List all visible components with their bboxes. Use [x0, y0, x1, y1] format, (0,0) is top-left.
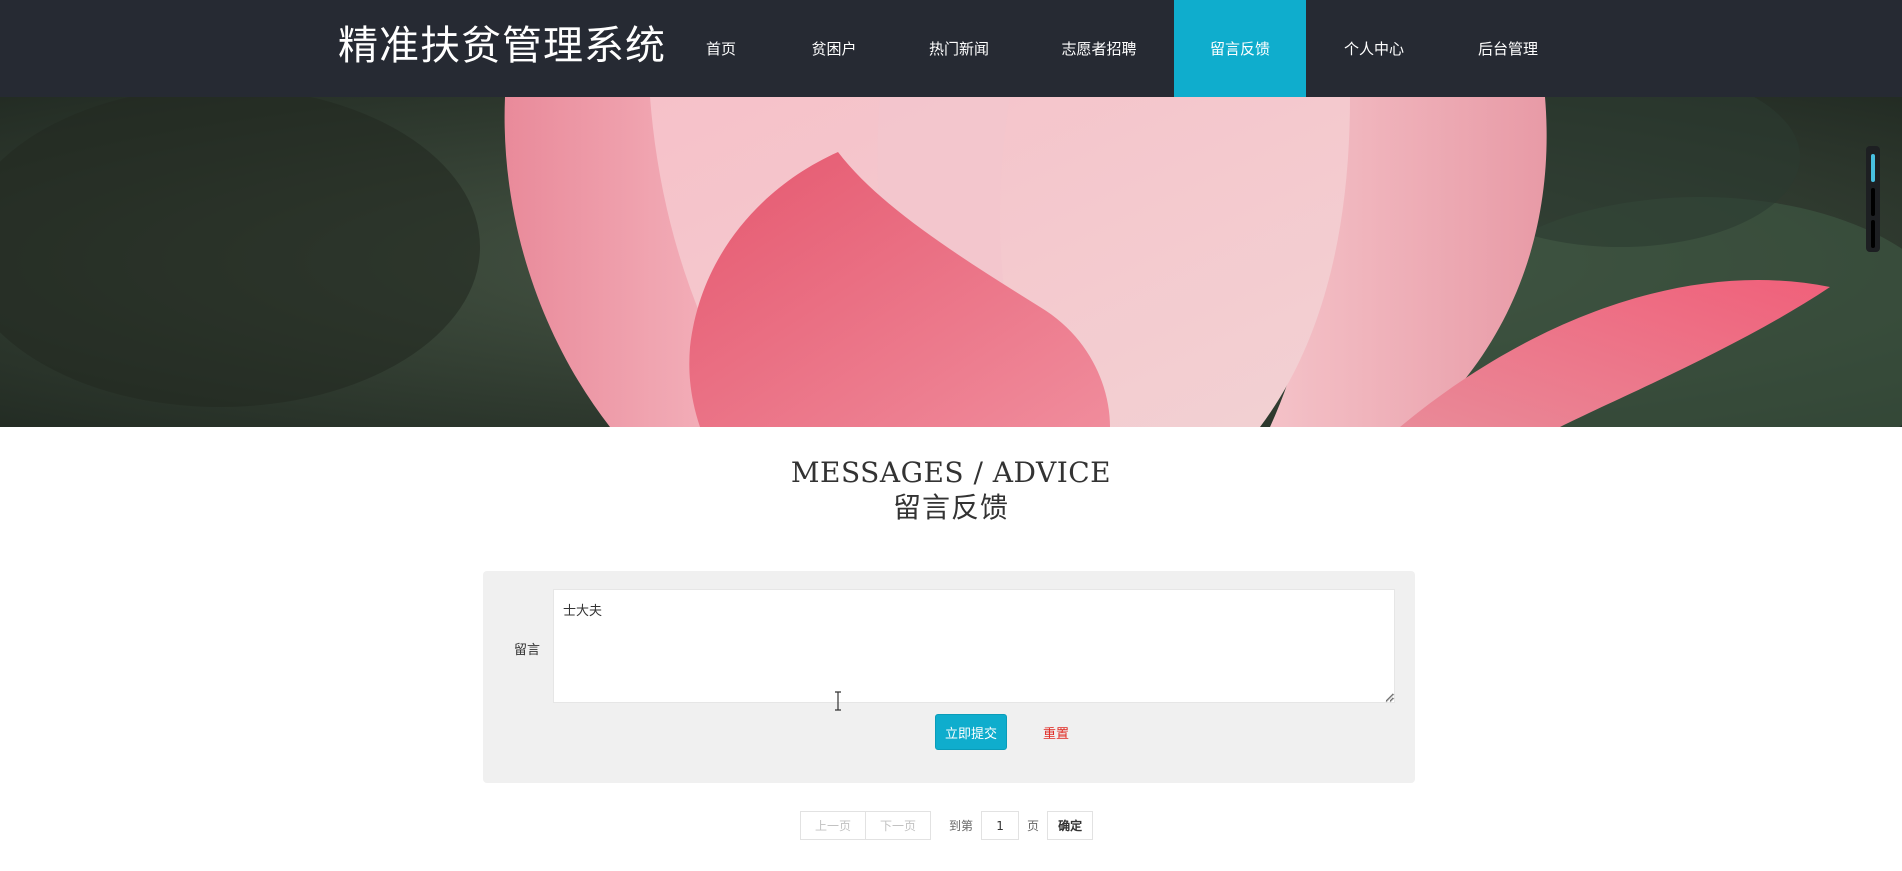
- nav-item-poor-households[interactable]: 贫困户: [774, 0, 894, 97]
- scroll-indicator-segment-3[interactable]: [1871, 220, 1875, 248]
- nav-item-admin[interactable]: 后台管理: [1442, 0, 1574, 97]
- top-header: 精准扶贫管理系统 首页 贫困户 热门新闻 志愿者招聘 留言反馈 个人中心 后台管…: [0, 0, 1902, 97]
- message-textarea[interactable]: 士大夫: [553, 589, 1395, 703]
- prev-page-button[interactable]: 上一页: [800, 811, 866, 840]
- main-nav: 首页 贫困户 热门新闻 志愿者招聘 留言反馈 个人中心 后台管理: [668, 0, 1574, 97]
- submit-button[interactable]: 立即提交: [935, 714, 1007, 750]
- nav-item-message-feedback[interactable]: 留言反馈: [1174, 0, 1306, 97]
- message-label: 留言: [514, 643, 541, 658]
- nav-item-personal-center[interactable]: 个人中心: [1306, 0, 1442, 97]
- scroll-indicator-segment-1[interactable]: [1871, 154, 1875, 182]
- app-root: 精准扶贫管理系统 首页 贫困户 热门新闻 志愿者招聘 留言反馈 个人中心 后台管…: [0, 0, 1902, 871]
- page-title-en: MESSAGES / ADVICE: [790, 456, 1112, 489]
- message-form: 留言 士大夫 立即提交 重置: [483, 571, 1415, 783]
- hero-banner: [0, 97, 1902, 427]
- page-unit-label: 页: [1027, 819, 1040, 833]
- lotus-banner-image: [0, 97, 1902, 427]
- nav-item-home[interactable]: 首页: [668, 0, 774, 97]
- next-page-button[interactable]: 下一页: [865, 811, 932, 840]
- goto-page-label: 到第: [949, 819, 974, 833]
- site-logo[interactable]: 精准扶贫管理系统: [338, 20, 666, 72]
- scroll-indicator-segment-2[interactable]: [1871, 188, 1875, 216]
- page-number-input[interactable]: [981, 811, 1020, 840]
- section-scroll-indicator[interactable]: [1866, 146, 1880, 252]
- page-title-zh: 留言反馈: [892, 491, 1009, 524]
- reset-button[interactable]: 重置: [1031, 714, 1081, 750]
- nav-item-hot-news[interactable]: 热门新闻: [894, 0, 1024, 97]
- nav-item-volunteer-recruitment[interactable]: 志愿者招聘: [1024, 0, 1174, 97]
- goto-confirm-button[interactable]: 确定: [1047, 811, 1094, 840]
- pagination: 上一页 下一页 到第 页 确定: [800, 811, 1094, 840]
